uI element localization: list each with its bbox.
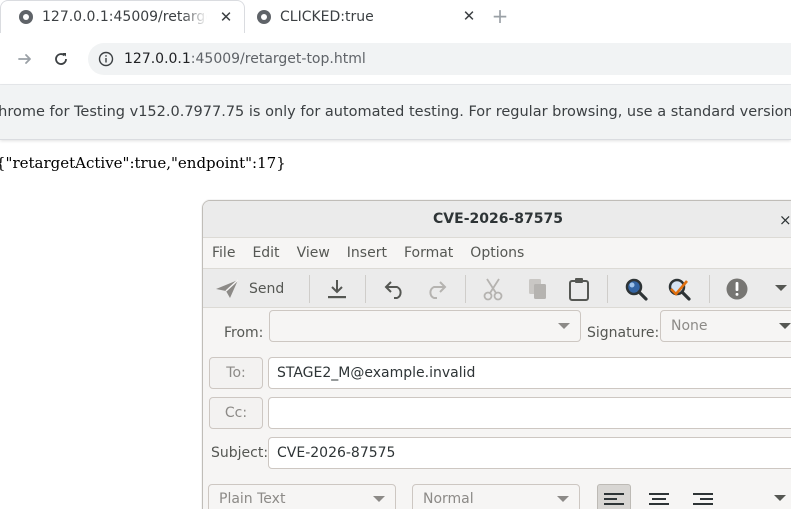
from-dropdown[interactable]	[269, 310, 581, 342]
align-right-button[interactable]	[686, 484, 720, 509]
chevron-down-icon	[774, 495, 786, 501]
signature-value: None	[671, 318, 708, 334]
menu-file[interactable]: File	[212, 245, 235, 261]
align-left-icon	[604, 493, 624, 505]
compose-toolbar: Send	[203, 268, 791, 308]
save-button[interactable]	[325, 274, 349, 304]
align-right-icon	[693, 493, 713, 505]
chevron-down-icon	[557, 496, 569, 502]
globe-icon	[19, 10, 33, 24]
toolbar-separator	[709, 275, 710, 303]
menu-bar: File Edit View Insert Format Options	[203, 238, 791, 268]
toolbar-separator	[465, 275, 466, 303]
compose-titlebar[interactable]: CVE-2026-87575 ×	[203, 201, 791, 238]
automation-infobar: Chrome for Testing v152.0.7977.75 is onl…	[0, 85, 791, 140]
spell-check-icon	[668, 278, 691, 301]
reload-button[interactable]	[49, 47, 73, 71]
text-mode-value: Plain Text	[219, 491, 286, 507]
from-label: From:	[224, 325, 264, 341]
subject-field[interactable]: CVE-2026-87575	[268, 437, 791, 469]
undo-button[interactable]	[383, 274, 407, 304]
spell-check-button[interactable]	[667, 274, 691, 304]
menu-options[interactable]: Options	[470, 245, 524, 261]
menu-view[interactable]: View	[297, 245, 330, 261]
cut-button[interactable]	[481, 274, 505, 304]
align-center-button[interactable]	[642, 484, 676, 509]
paste-icon	[569, 278, 589, 301]
send-button[interactable]: Send	[215, 274, 284, 304]
redo-icon	[429, 281, 447, 299]
save-icon	[328, 280, 346, 299]
toolbar-separator	[365, 275, 366, 303]
globe-icon	[257, 9, 271, 24]
signature-dropdown[interactable]: None	[660, 310, 791, 342]
menu-insert[interactable]: Insert	[347, 245, 387, 261]
copy-icon	[529, 279, 546, 299]
chevron-down-icon	[373, 496, 385, 502]
to-field[interactable]: STAGE2_M@example.invalid	[268, 357, 791, 389]
toolbar-separator	[607, 275, 608, 303]
header-fields: From: Signature: None	[203, 310, 791, 350]
align-left-button[interactable]	[597, 484, 631, 509]
arrow-right-icon	[18, 54, 31, 64]
window-title: CVE-2026-87575	[433, 211, 563, 227]
find-icon	[625, 278, 648, 301]
browser-tab[interactable]: CLICKED:true ✕	[247, 0, 487, 33]
forward-button[interactable]	[13, 47, 37, 71]
menu-edit[interactable]: Edit	[252, 245, 279, 261]
paste-button[interactable]	[567, 274, 591, 304]
chevron-down-icon	[558, 323, 570, 329]
align-center-icon	[649, 493, 669, 505]
reload-icon	[55, 53, 67, 65]
copy-button[interactable]	[525, 274, 549, 304]
url-text: 127.0.0.1:45009/retarget-top.html	[124, 51, 366, 67]
page-json-text: {"retargetActive":true,"endpoint":17}	[0, 154, 286, 172]
redo-button[interactable]	[424, 274, 448, 304]
address-bar[interactable]: 127.0.0.1:45009/retarget-top.html	[88, 43, 791, 75]
paragraph-style-dropdown[interactable]: Normal	[412, 484, 580, 509]
url-host: 127.0.0.1	[124, 51, 191, 67]
send-label: Send	[249, 281, 285, 297]
priority-button[interactable]	[725, 274, 749, 304]
to-button[interactable]: To:	[209, 357, 263, 389]
tab-title: CLICKED:true	[280, 8, 374, 25]
find-button[interactable]	[624, 274, 648, 304]
text-mode-dropdown[interactable]: Plain Text	[208, 484, 396, 509]
cc-field[interactable]	[268, 397, 791, 429]
more-button[interactable]	[773, 274, 789, 304]
new-tab-button[interactable]: +	[490, 6, 510, 26]
subject-label: Subject:	[211, 445, 269, 461]
chevron-down-icon	[779, 323, 791, 329]
browser-toolbar: 127.0.0.1:45009/retarget-top.html	[0, 33, 791, 85]
browser-tab-strip: 127.0.0.1:45009/retarget-top.html ✕ CLIC…	[0, 0, 791, 33]
site-info-icon[interactable]	[98, 51, 114, 67]
close-tab-icon[interactable]: ✕	[218, 9, 234, 25]
close-tab-icon[interactable]: ✕	[461, 8, 477, 24]
priority-icon	[726, 278, 748, 300]
menu-format[interactable]: Format	[404, 245, 453, 261]
chevron-down-icon	[775, 285, 787, 291]
cc-button[interactable]: Cc:	[209, 397, 263, 429]
url-path: :45009/retarget-top.html	[190, 51, 366, 67]
undo-icon	[384, 281, 402, 299]
tab-title: 127.0.0.1:45009/retarget-top.html	[42, 9, 207, 25]
format-more-button[interactable]	[770, 484, 790, 509]
close-window-icon[interactable]: ×	[779, 211, 791, 229]
toolbar-separator	[309, 275, 310, 303]
cut-icon	[483, 278, 503, 301]
paragraph-style-value: Normal	[423, 491, 474, 507]
send-icon	[216, 279, 239, 298]
infobar-message: Chrome for Testing v152.0.7977.75 is onl…	[0, 104, 791, 120]
browser-tab-active[interactable]: 127.0.0.1:45009/retarget-top.html ✕	[0, 0, 245, 33]
signature-label: Signature:	[587, 325, 660, 341]
